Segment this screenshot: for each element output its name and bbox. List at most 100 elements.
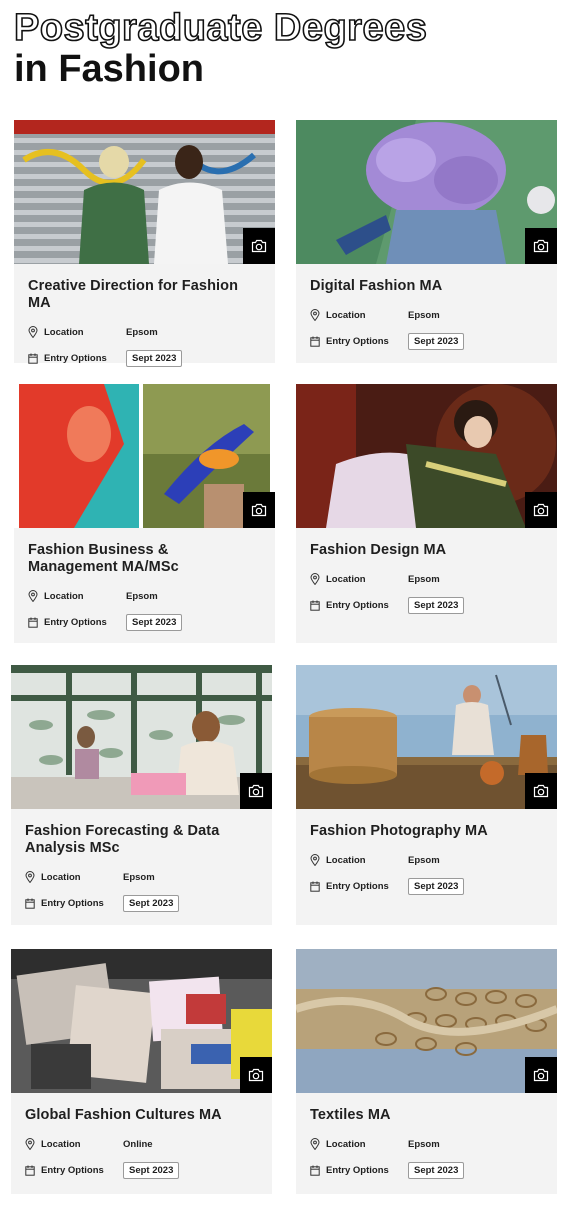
- camera-button[interactable]: [525, 773, 557, 809]
- map-pin-icon: [310, 309, 320, 321]
- course-card[interactable]: Textiles MA Location Epsom Entry Options…: [296, 949, 557, 1194]
- entry-row: Entry Options Sept 2023: [310, 1160, 543, 1180]
- course-photo: [296, 665, 557, 809]
- course-card[interactable]: Fashion Forecasting & Data Analysis MSc …: [11, 665, 272, 925]
- location-row: Location Online: [25, 1134, 258, 1154]
- course-image[interactable]: [11, 665, 272, 809]
- entry-options-label: Entry Options: [44, 352, 107, 364]
- page-title-line-1: Postgraduate Degrees: [13, 7, 428, 49]
- location-row: Location Epsom: [310, 850, 543, 870]
- course-title[interactable]: Fashion Forecasting & Data Analysis MSc: [25, 823, 258, 857]
- location-label: Location: [41, 871, 81, 883]
- course-card[interactable]: Fashion Photography MA Location Epsom En…: [296, 665, 557, 925]
- calendar-icon: [25, 1165, 35, 1176]
- course-photo: [296, 384, 557, 528]
- course-photo: [14, 384, 275, 528]
- location-label: Location: [41, 1138, 81, 1150]
- location-value: Epsom: [408, 854, 440, 866]
- location-label: Location: [326, 573, 366, 585]
- location-row: Location Epsom: [28, 586, 261, 606]
- entry-row: Entry Options Sept 2023: [28, 612, 261, 632]
- camera-button[interactable]: [525, 492, 557, 528]
- camera-icon: [251, 503, 267, 517]
- course-card[interactable]: Digital Fashion MA Location Epsom Entry …: [296, 120, 557, 363]
- course-photo: [296, 120, 557, 264]
- calendar-icon: [25, 898, 35, 909]
- location-row: Location Epsom: [310, 569, 543, 589]
- entry-badge: Sept 2023: [408, 332, 465, 350]
- course-card[interactable]: Global Fashion Cultures MA Location Onli…: [11, 949, 272, 1194]
- course-image[interactable]: [296, 120, 557, 264]
- location-row: Location Epsom: [25, 867, 258, 887]
- course-title[interactable]: Creative Direction for Fashion MA: [28, 278, 261, 312]
- camera-button[interactable]: [525, 1057, 557, 1093]
- map-pin-icon: [25, 1138, 35, 1150]
- course-photo: [14, 120, 275, 264]
- entry-badge: Sept 2023: [126, 613, 183, 631]
- course-title[interactable]: Textiles MA: [310, 1107, 543, 1124]
- camera-button[interactable]: [525, 228, 557, 264]
- entry-badge: Sept 2023: [126, 349, 183, 367]
- entry-badge: Sept 2023: [123, 1161, 180, 1179]
- course-image[interactable]: [296, 665, 557, 809]
- page-heading: Postgraduate Degrees in Fashion: [13, 7, 428, 90]
- location-value: Epsom: [408, 573, 440, 585]
- location-value: Epsom: [126, 590, 158, 602]
- entry-badge: Sept 2023: [408, 1161, 465, 1179]
- camera-button[interactable]: [243, 492, 275, 528]
- entry-row: Entry Options Sept 2023: [310, 331, 543, 351]
- location-value: Epsom: [408, 1138, 440, 1150]
- map-pin-icon: [310, 1138, 320, 1150]
- calendar-icon: [28, 353, 38, 364]
- location-label: Location: [326, 309, 366, 321]
- entry-row: Entry Options Sept 2023: [25, 893, 258, 913]
- camera-icon: [533, 239, 549, 253]
- camera-icon: [248, 1068, 264, 1082]
- camera-icon: [533, 784, 549, 798]
- camera-icon: [533, 503, 549, 517]
- entry-options-label: Entry Options: [41, 1164, 104, 1176]
- calendar-icon: [28, 617, 38, 628]
- course-title[interactable]: Fashion Photography MA: [310, 823, 543, 840]
- location-row: Location Epsom: [28, 322, 261, 342]
- course-title[interactable]: Digital Fashion MA: [310, 278, 543, 295]
- camera-button[interactable]: [240, 773, 272, 809]
- location-value: Epsom: [123, 871, 155, 883]
- location-label: Location: [44, 326, 84, 338]
- map-pin-icon: [310, 854, 320, 866]
- entry-options-label: Entry Options: [326, 599, 389, 611]
- course-title[interactable]: Fashion Business & Management MA/MSc: [28, 542, 261, 576]
- course-title[interactable]: Fashion Design MA: [310, 542, 543, 559]
- camera-button[interactable]: [240, 1057, 272, 1093]
- entry-options-label: Entry Options: [44, 616, 107, 628]
- calendar-icon: [310, 881, 320, 892]
- course-photo: [11, 665, 272, 809]
- location-row: Location Epsom: [310, 305, 543, 325]
- entry-badge: Sept 2023: [408, 596, 465, 614]
- course-image[interactable]: [296, 384, 557, 528]
- map-pin-icon: [28, 590, 38, 602]
- camera-icon: [248, 784, 264, 798]
- map-pin-icon: [28, 326, 38, 338]
- calendar-icon: [310, 1165, 320, 1176]
- entry-badge: Sept 2023: [123, 894, 180, 912]
- camera-button[interactable]: [243, 228, 275, 264]
- location-value: Epsom: [126, 326, 158, 338]
- course-title[interactable]: Global Fashion Cultures MA: [25, 1107, 258, 1124]
- map-pin-icon: [25, 871, 35, 883]
- course-image[interactable]: [14, 384, 275, 528]
- course-image[interactable]: [296, 949, 557, 1093]
- entry-options-label: Entry Options: [326, 880, 389, 892]
- location-value: Epsom: [408, 309, 440, 321]
- course-card[interactable]: Fashion Business & Management MA/MSc Loc…: [14, 384, 275, 643]
- entry-options-label: Entry Options: [41, 897, 104, 909]
- course-card[interactable]: Creative Direction for Fashion MA Locati…: [14, 120, 275, 367]
- course-image[interactable]: [11, 949, 272, 1093]
- location-value: Online: [123, 1138, 153, 1150]
- course-image[interactable]: [14, 120, 275, 264]
- course-card[interactable]: Fashion Design MA Location Epsom Entry O…: [296, 384, 557, 643]
- entry-options-label: Entry Options: [326, 1164, 389, 1176]
- camera-icon: [533, 1068, 549, 1082]
- calendar-icon: [310, 336, 320, 347]
- page-title-line-2: in Fashion: [14, 48, 204, 90]
